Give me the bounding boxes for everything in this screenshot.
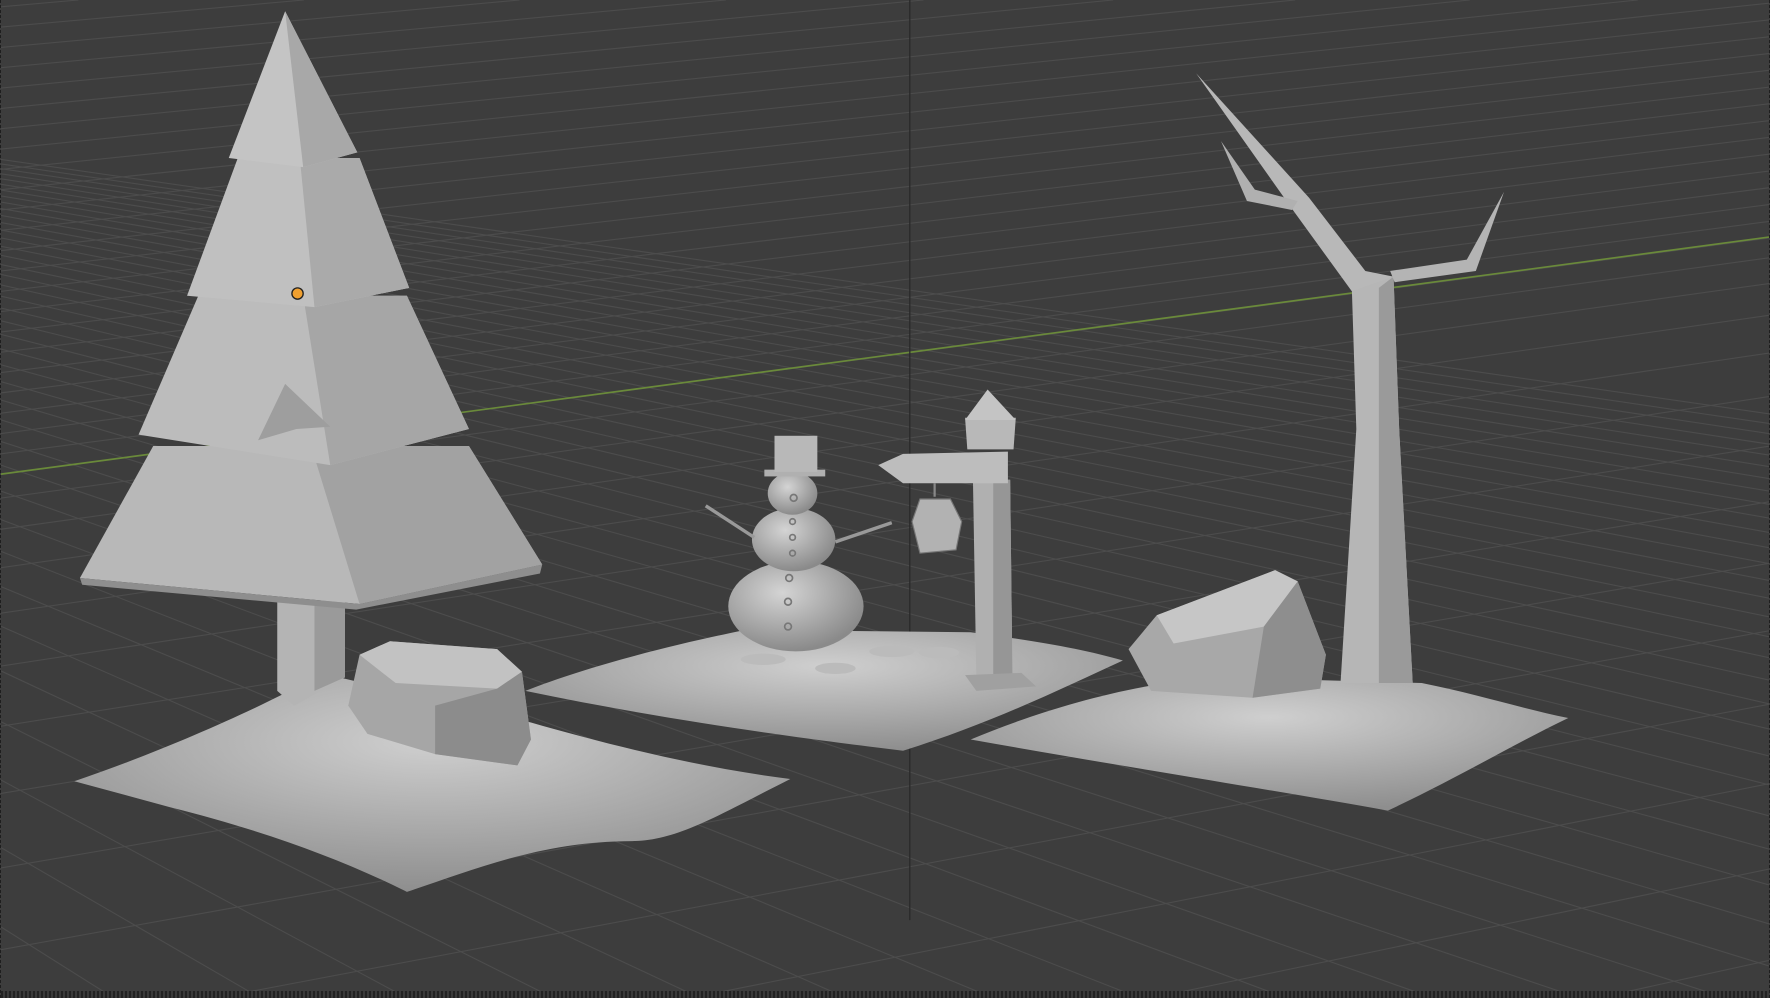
viewport-bottom-border [1,991,1769,998]
3d-viewport[interactable] [0,0,1770,998]
object-origin-icon[interactable] [291,287,304,300]
viewport-canvas[interactable] [1,0,1769,998]
